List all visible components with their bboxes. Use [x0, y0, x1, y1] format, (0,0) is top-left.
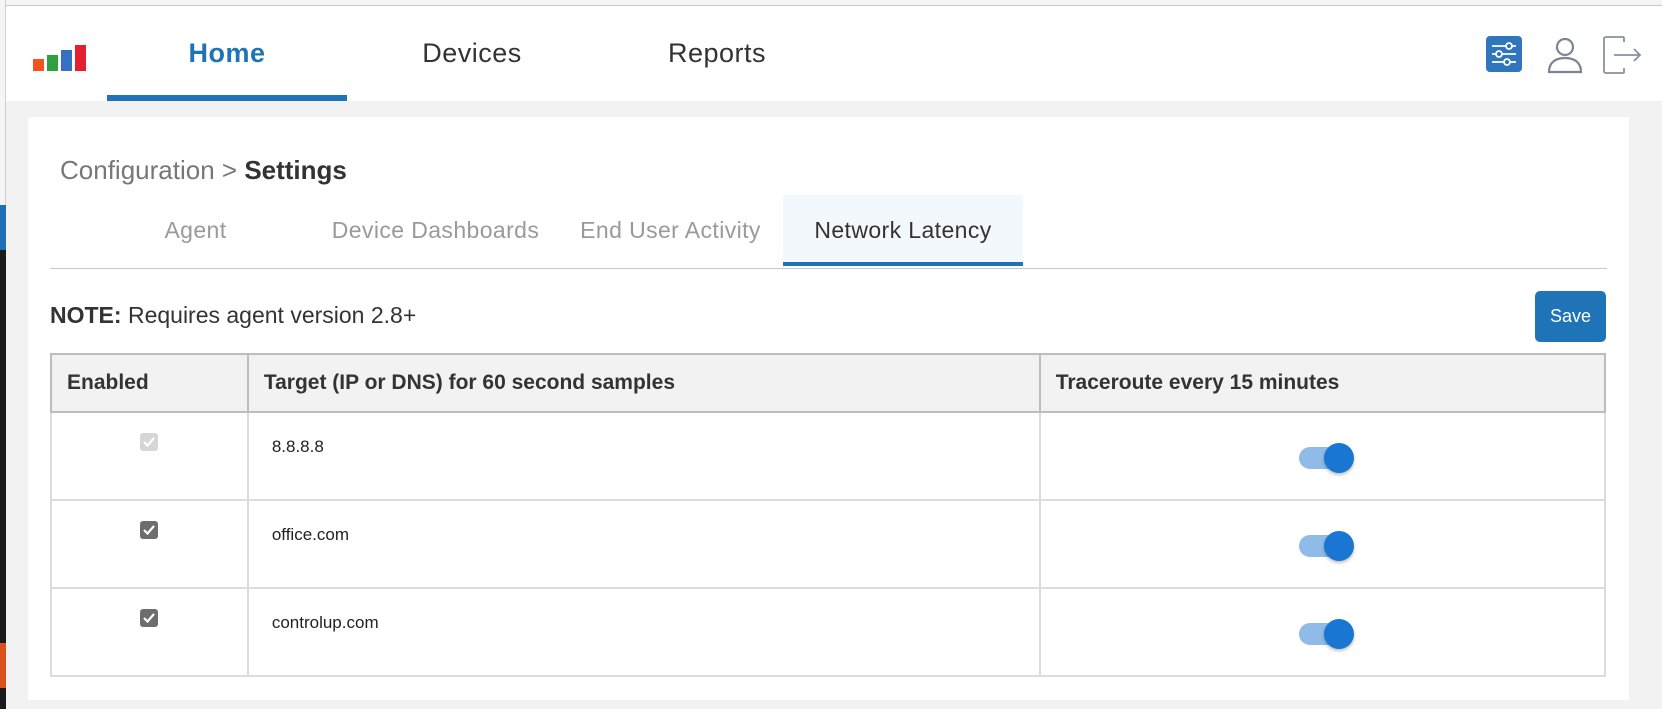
traceroute-toggle[interactable]	[1299, 529, 1355, 561]
target-cell[interactable]: controlup.com	[246, 587, 1041, 677]
note-text: Requires agent version 2.8+	[127, 302, 417, 328]
tab-device-dashboards[interactable]: Device Dashboards	[313, 195, 558, 266]
breadcrumb: Configuration > Settings	[60, 155, 347, 186]
tab-agent[interactable]: Agent	[78, 195, 313, 266]
tab-end-user-activity[interactable]: End User Activity	[558, 195, 783, 266]
target-cell[interactable]: 8.8.8.8	[246, 411, 1041, 501]
user-icon[interactable]	[1546, 36, 1584, 74]
logo-bar-4	[75, 45, 86, 71]
enabled-checkbox[interactable]	[140, 609, 159, 627]
nav-tab-reports[interactable]: Reports	[597, 6, 837, 101]
nav-tab-devices[interactable]: Devices	[352, 6, 592, 101]
target-cell[interactable]: office.com	[246, 499, 1041, 589]
table-header-row: Enabled Target (IP or DNS) for 60 second…	[50, 353, 1607, 413]
logo-bar-2	[47, 55, 58, 71]
enabled-checkbox	[140, 433, 159, 451]
settings-sliders-icon[interactable]	[1486, 36, 1524, 74]
table-row: controlup.com	[50, 587, 1607, 677]
logo-bar-1	[33, 59, 44, 71]
table-row: office.com	[50, 499, 1607, 589]
nav-tab-home[interactable]: Home	[107, 6, 347, 101]
breadcrumb-current: Settings	[244, 155, 347, 185]
app-header: Home Devices Reports	[6, 6, 1662, 101]
latency-targets-table: Enabled Target (IP or DNS) for 60 second…	[50, 353, 1607, 677]
save-button[interactable]: Save	[1535, 291, 1606, 342]
note-label: NOTE:	[50, 302, 122, 328]
settings-panel: Configuration > Settings Agent Device Da…	[28, 117, 1629, 700]
breadcrumb-parent[interactable]: Configuration	[60, 155, 215, 185]
column-header-target: Target (IP or DNS) for 60 second samples	[246, 353, 1041, 413]
app-logo[interactable]	[33, 41, 97, 71]
enabled-checkbox[interactable]	[140, 521, 159, 539]
traceroute-toggle[interactable]	[1299, 441, 1355, 473]
logo-bar-3	[61, 50, 72, 71]
column-header-traceroute: Traceroute every 15 minutes	[1038, 353, 1607, 413]
tab-divider	[50, 268, 1607, 269]
logout-icon[interactable]	[1602, 36, 1642, 74]
background-window-edge	[0, 0, 6, 709]
breadcrumb-separator: >	[221, 155, 238, 185]
table-row: 8.8.8.8	[50, 411, 1607, 501]
tab-network-latency[interactable]: Network Latency	[783, 195, 1023, 266]
version-note: NOTE: Requires agent version 2.8+	[50, 302, 416, 329]
traceroute-toggle[interactable]	[1299, 617, 1355, 649]
column-header-enabled: Enabled	[50, 353, 249, 413]
